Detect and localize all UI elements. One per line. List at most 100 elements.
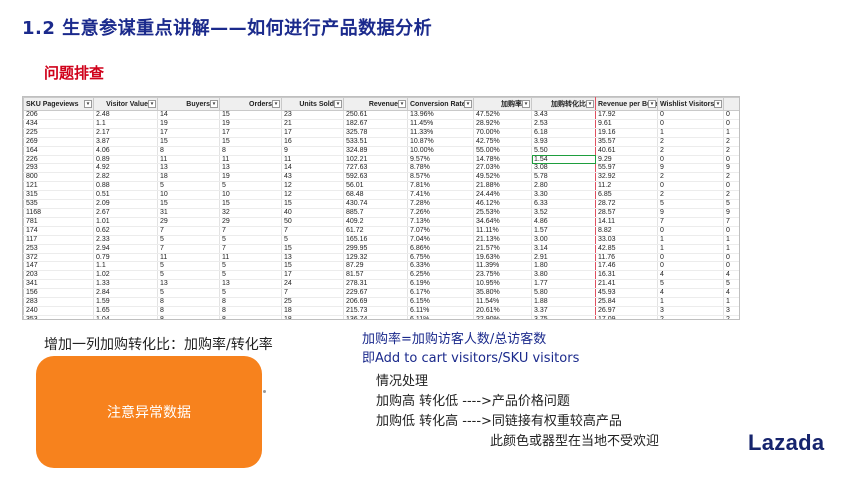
table-cell[interactable]: 2 [657,172,724,183]
table-cell[interactable]: 3.87 [93,137,158,147]
table-cell[interactable]: 21 [281,119,344,129]
table-cell[interactable]: 0.89 [93,155,158,165]
table-cell[interactable]: 87.29 [343,261,408,272]
table-cell[interactable]: 341 [23,279,94,290]
column-header[interactable]: Conversion Rate ▾ [407,97,474,111]
table-cell[interactable]: 5 [157,288,220,299]
table-cell[interactable]: 5 [219,235,282,245]
table-cell[interactable]: 2 [723,172,739,183]
table-cell[interactable]: 117 [23,235,94,245]
table-cell[interactable]: 7 [281,288,344,299]
table-cell[interactable]: 293 [23,163,94,174]
table-cell[interactable]: 8 [157,315,220,319]
table-cell[interactable]: 5 [723,199,739,209]
table-cell[interactable]: 3 [657,306,724,316]
table-cell[interactable]: 165.16 [343,235,408,245]
filter-dropdown-icon[interactable]: ▾ [148,100,156,108]
table-cell[interactable]: 1 [723,235,739,245]
table-cell[interactable]: 17 [157,128,220,138]
table-cell[interactable]: 1.04 [93,315,158,319]
table-cell[interactable]: 28.92% [473,119,532,129]
table-cell[interactable]: 5 [281,235,344,245]
table-cell[interactable]: 19 [157,119,220,129]
table-cell[interactable]: 13 [157,279,220,290]
table-cell[interactable]: 0 [657,226,724,236]
table-cell[interactable]: 42.85 [595,244,658,254]
table-cell[interactable]: 6.86% [407,244,474,254]
table-cell[interactable]: 7 [219,226,282,236]
table-cell[interactable]: 14.11 [595,217,658,227]
table-cell[interactable]: 325.78 [343,128,408,138]
table-cell[interactable]: 278.31 [343,279,408,290]
table-cell[interactable]: 19.63% [473,253,532,263]
table-cell[interactable]: 15 [281,199,344,209]
table-cell[interactable]: 34.64% [473,217,532,227]
table-cell[interactable]: 15 [219,199,282,209]
spreadsheet[interactable]: SKU Pageviews ▾ Visitor Value ▾ Buyers ▾ Order… [22,96,740,320]
table-cell[interactable]: 2.67 [93,208,158,218]
table-cell[interactable]: 2 [723,190,739,201]
table-cell[interactable]: 269 [23,137,94,147]
table-cell[interactable]: 0 [657,261,724,272]
table-cell[interactable]: 35.57 [595,137,658,147]
table-cell[interactable]: 15 [157,137,220,147]
table-cell[interactable]: 8 [157,306,220,316]
table-cell[interactable]: 5 [157,270,220,281]
filter-dropdown-icon[interactable]: ▾ [714,100,722,108]
table-cell[interactable]: 6.33 [531,199,596,209]
table-cell[interactable]: 19 [219,119,282,129]
table-cell[interactable]: 17.92 [595,110,658,120]
table-cell[interactable]: 6.18 [531,128,596,138]
table-cell[interactable]: 174 [23,226,94,236]
table-cell[interactable]: 5 [157,261,220,272]
table-cell[interactable]: 13 [219,163,282,174]
table-cell[interactable]: 250.61 [343,110,408,120]
table-cell[interactable]: 25 [281,297,344,307]
table-cell[interactable]: 40 [281,208,344,218]
table-cell[interactable]: 156 [23,288,94,299]
table-cell[interactable]: 2.33 [93,235,158,245]
table-cell[interactable]: 8.78% [407,163,474,174]
table-cell[interactable]: 5.80 [531,288,596,299]
table-cell[interactable]: 2 [723,315,739,319]
table-cell[interactable]: 40.61 [595,146,658,156]
table-cell[interactable]: 5 [157,181,220,192]
table-cell[interactable]: 2 [657,315,724,319]
table-cell[interactable]: 0 [723,226,739,236]
filter-dropdown-icon[interactable]: ▾ [648,100,656,108]
table-cell[interactable]: 8.82 [595,226,658,236]
table-cell[interactable]: 18 [281,315,344,319]
table-cell[interactable]: 21.88% [473,181,532,192]
table-cell[interactable]: 1 [723,128,739,138]
filter-dropdown-icon[interactable]: ▾ [464,100,472,108]
table-cell[interactable]: 11 [219,155,282,165]
table-cell[interactable]: 15 [281,244,344,254]
table-cell[interactable]: 9 [657,163,724,174]
table-cell[interactable]: 9 [281,146,344,156]
table-cell[interactable]: 430.74 [343,199,408,209]
table-cell[interactable]: 16 [281,137,344,147]
table-cell[interactable]: 32.92 [595,172,658,183]
table-cell[interactable]: 21.41 [595,279,658,290]
table-cell[interactable]: 8 [219,306,282,316]
table-cell[interactable]: 7.04% [407,235,474,245]
table-cell[interactable]: 5.78 [531,172,596,183]
column-header[interactable] [723,97,739,111]
table-cell[interactable]: 4.92 [93,163,158,174]
table-cell[interactable]: 45.93 [595,288,658,299]
table-cell[interactable]: 215.73 [343,306,408,316]
table-cell[interactable]: 11 [219,253,282,263]
table-cell[interactable]: 0 [723,110,739,120]
column-header[interactable]: SKU Pageviews ▾ [23,97,94,111]
table-cell[interactable]: 3.43 [531,110,596,120]
table-cell[interactable]: 129.32 [343,253,408,263]
filter-dropdown-icon[interactable]: ▾ [210,100,218,108]
table-cell[interactable]: 4 [657,288,724,299]
table-cell[interactable]: 7.41% [407,190,474,201]
table-cell[interactable]: 0 [723,261,739,272]
table-cell[interactable]: 11.54% [473,297,532,307]
table-cell[interactable]: 11.39% [473,261,532,272]
table-cell[interactable]: 28.72 [595,199,658,209]
table-cell[interactable]: 22.90% [473,315,532,319]
filter-dropdown-icon[interactable]: ▾ [586,100,594,108]
